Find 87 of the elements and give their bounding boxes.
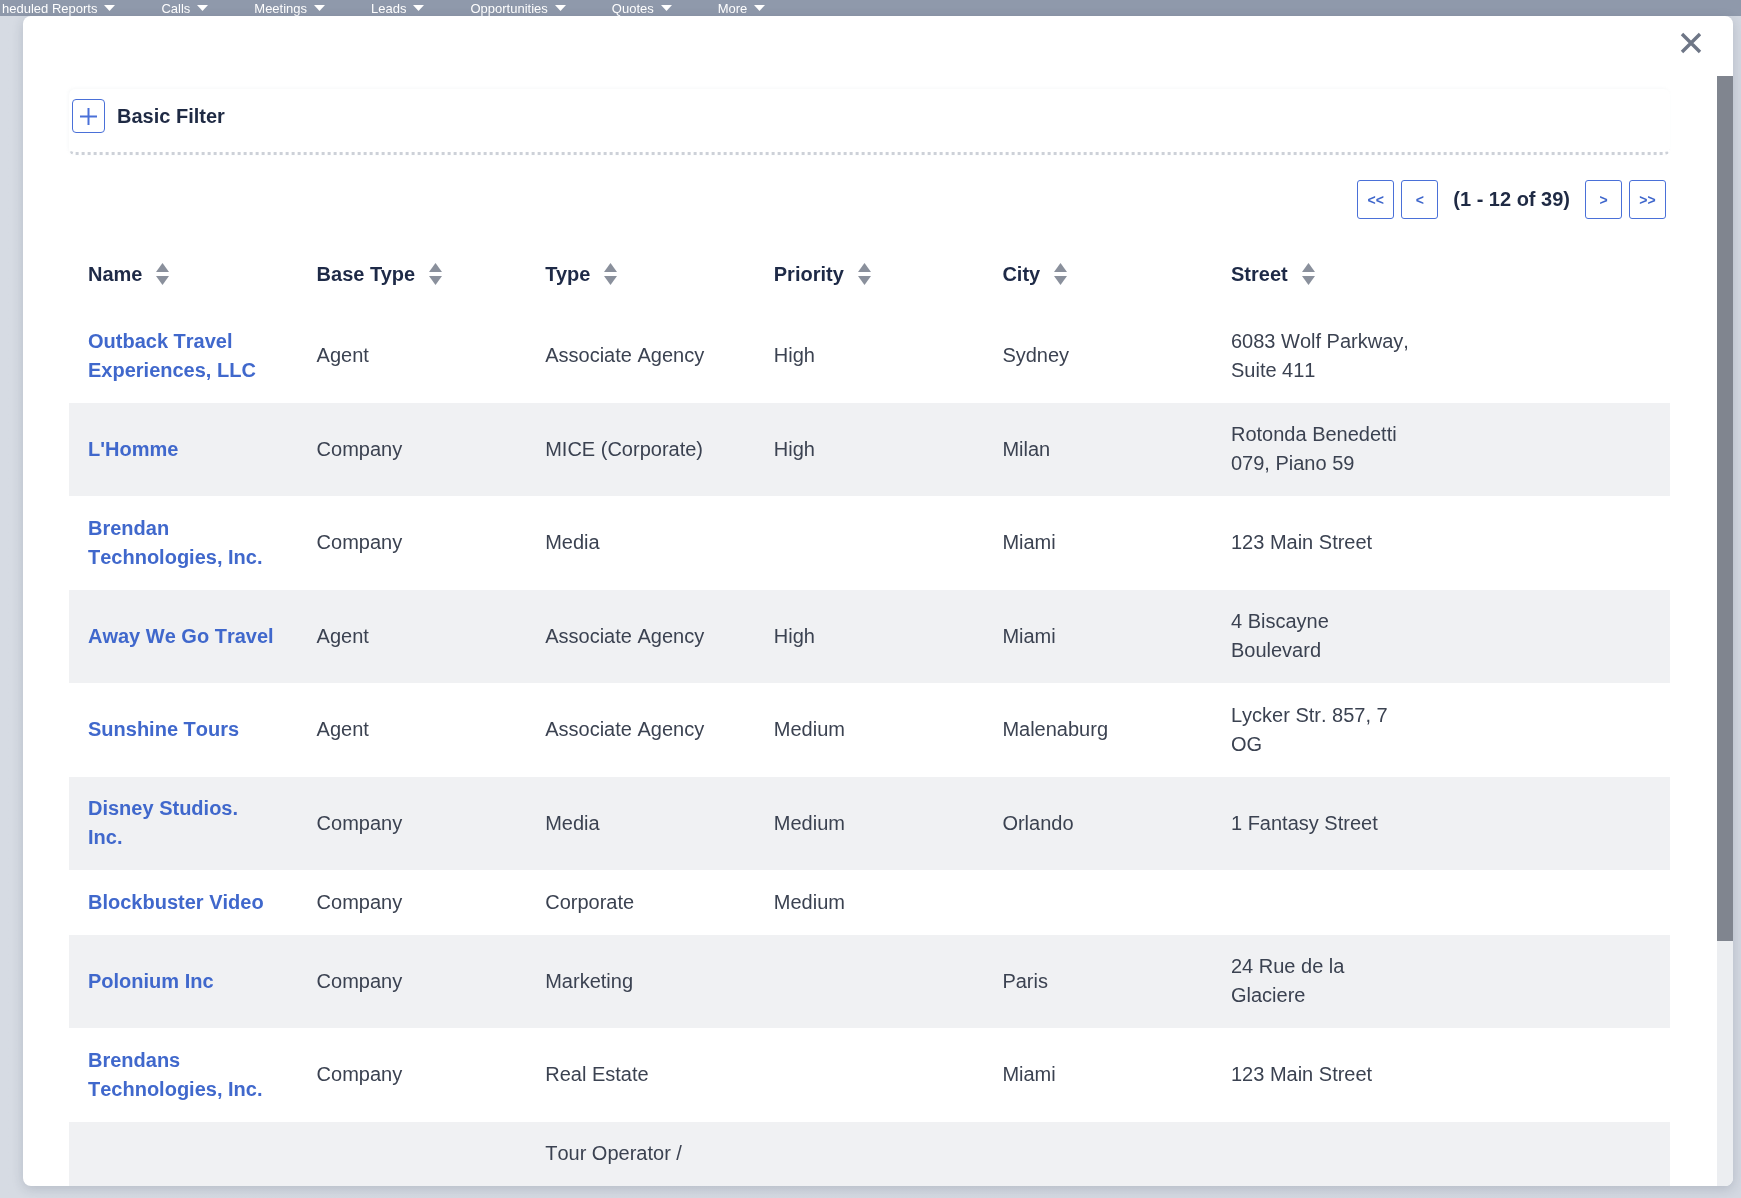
table-cell-text: Marketing	[545, 968, 633, 994]
last-page-button[interactable]: >>	[1629, 180, 1666, 219]
account-name-link[interactable]: Outback Travel Experiences, LLC	[88, 326, 276, 385]
column-header[interactable]: Type	[545, 262, 618, 286]
table-cell-text: Company	[316, 530, 403, 556]
account-name-link[interactable]: L'Homme	[88, 434, 179, 464]
table-cell-text: MICE (Corporate)	[545, 436, 703, 462]
nav-menu-item[interactable]: Quotes	[611, 0, 672, 16]
caret-icon	[104, 5, 116, 11]
nav-menu-item[interactable]: Opportunities	[470, 0, 566, 16]
table-cell-text: 24 Rue de la Glaciere	[1230, 954, 1346, 1009]
nav-menu-item[interactable]: More	[717, 0, 766, 16]
table-cell-text: Tour Operator /	[545, 1141, 682, 1167]
table-cell-text: High	[773, 343, 815, 369]
nav-menu-item[interactable]: heduled Reports	[2, 0, 116, 16]
caret-icon	[314, 5, 326, 11]
sort-icon	[1054, 263, 1068, 285]
account-name-link[interactable]: Polonium Inc	[88, 966, 214, 996]
account-name-link[interactable]: Disney Studios. Inc.	[88, 794, 276, 853]
column-header[interactable]: Base Type	[316, 262, 443, 286]
table-cell-text: Lycker Str. 857, 7 OG	[1230, 702, 1389, 757]
account-name-link[interactable]: Brendans Technologies, Inc.	[88, 1045, 276, 1104]
table-cell-text: Paris	[1002, 968, 1048, 994]
next-page-button[interactable]: >	[1585, 180, 1622, 219]
table-cell-text: 4 Biscayne Boulevard	[1230, 609, 1330, 664]
column-header[interactable]: Name	[88, 262, 170, 286]
table-cell-text: Company	[316, 968, 403, 994]
previous-page-button[interactable]: <	[1401, 180, 1439, 219]
table-cell-text: Associate Agency	[545, 343, 705, 369]
table-cell-text: Milan	[1002, 436, 1051, 462]
table-cell-text: Orlando	[1002, 810, 1074, 836]
table-cell-text: Company	[316, 810, 403, 836]
account-name-link[interactable]: Brendan Technologies, Inc.	[88, 513, 276, 572]
page-range: (1 - 12 of 39)	[1453, 188, 1570, 211]
table-cell-text: High	[773, 623, 815, 649]
close-icon	[1680, 32, 1702, 54]
sort-icon	[857, 263, 871, 285]
table-cell-text: 123 Main Street	[1230, 1062, 1373, 1088]
column-header[interactable]: Priority	[773, 262, 871, 286]
table-cell-text: Medium	[773, 889, 845, 915]
table-cell-text: Agent	[316, 343, 369, 369]
table-cell-text: 6083 Wolf Parkway, Suite 411	[1230, 328, 1410, 383]
table-cell-text: 123 Main Street	[1230, 530, 1373, 556]
table-cell-text: Media	[545, 810, 600, 836]
table-cell-text: Miami	[1002, 1062, 1056, 1088]
column-header[interactable]: City	[1002, 262, 1068, 286]
add-filter-button[interactable]	[72, 99, 105, 133]
account-name-link[interactable]: Sunshine Tours	[88, 715, 240, 745]
nav-menu-item[interactable]: Meetings	[254, 0, 326, 16]
table-cell-text: Company	[316, 889, 403, 915]
table-cell-text: Sydney	[1002, 343, 1070, 369]
table-cell-text: 1 Fantasy Street	[1230, 810, 1378, 836]
table-cell-text: Associate Agency	[545, 717, 705, 743]
column-header[interactable]: Street	[1230, 262, 1315, 286]
caret-icon	[754, 5, 766, 11]
table-cell-text: Miami	[1002, 623, 1056, 649]
caret-icon	[554, 5, 566, 11]
caret-icon	[660, 5, 672, 11]
table-cell-text: Real Estate	[545, 1062, 649, 1088]
table-cell-text: Agent	[316, 623, 369, 649]
table-cell-text: Malenaburg	[1002, 717, 1108, 743]
nav-menu-item[interactable]: Leads	[371, 0, 425, 16]
sort-icon	[604, 263, 618, 285]
nav-menu-item[interactable]: Calls	[161, 0, 209, 16]
table-cell-text: Miami	[1002, 530, 1056, 556]
table-cell-text: Company	[316, 436, 403, 462]
first-page-button[interactable]: <<	[1357, 180, 1395, 219]
table-cell-text: Rotonda Benedetti 079, Piano 59	[1230, 422, 1398, 477]
table-cell-text: High	[773, 436, 815, 462]
table-cell-text: Corporate	[545, 889, 635, 915]
table-cell-text: Agent	[316, 717, 369, 743]
table-cell-text: Media	[545, 530, 600, 556]
caret-icon	[413, 5, 425, 11]
account-name-link[interactable]: Away We Go Travel	[88, 621, 274, 651]
sort-icon	[156, 263, 170, 285]
sort-icon	[429, 263, 443, 285]
table-cell-text: Medium	[773, 810, 845, 836]
plus-icon	[80, 107, 97, 125]
table-cell-text: Medium	[773, 717, 845, 743]
table-cell-text: Company	[316, 1062, 403, 1088]
scrollbar-thumb[interactable]	[1717, 76, 1733, 941]
close-button[interactable]	[1680, 32, 1702, 54]
table-cell-text: Associate Agency	[545, 623, 705, 649]
filter-title[interactable]: Basic Filter	[117, 99, 225, 133]
account-name-link[interactable]: Blockbuster Video	[88, 887, 264, 917]
sort-icon	[1301, 263, 1315, 285]
caret-icon	[197, 5, 209, 11]
